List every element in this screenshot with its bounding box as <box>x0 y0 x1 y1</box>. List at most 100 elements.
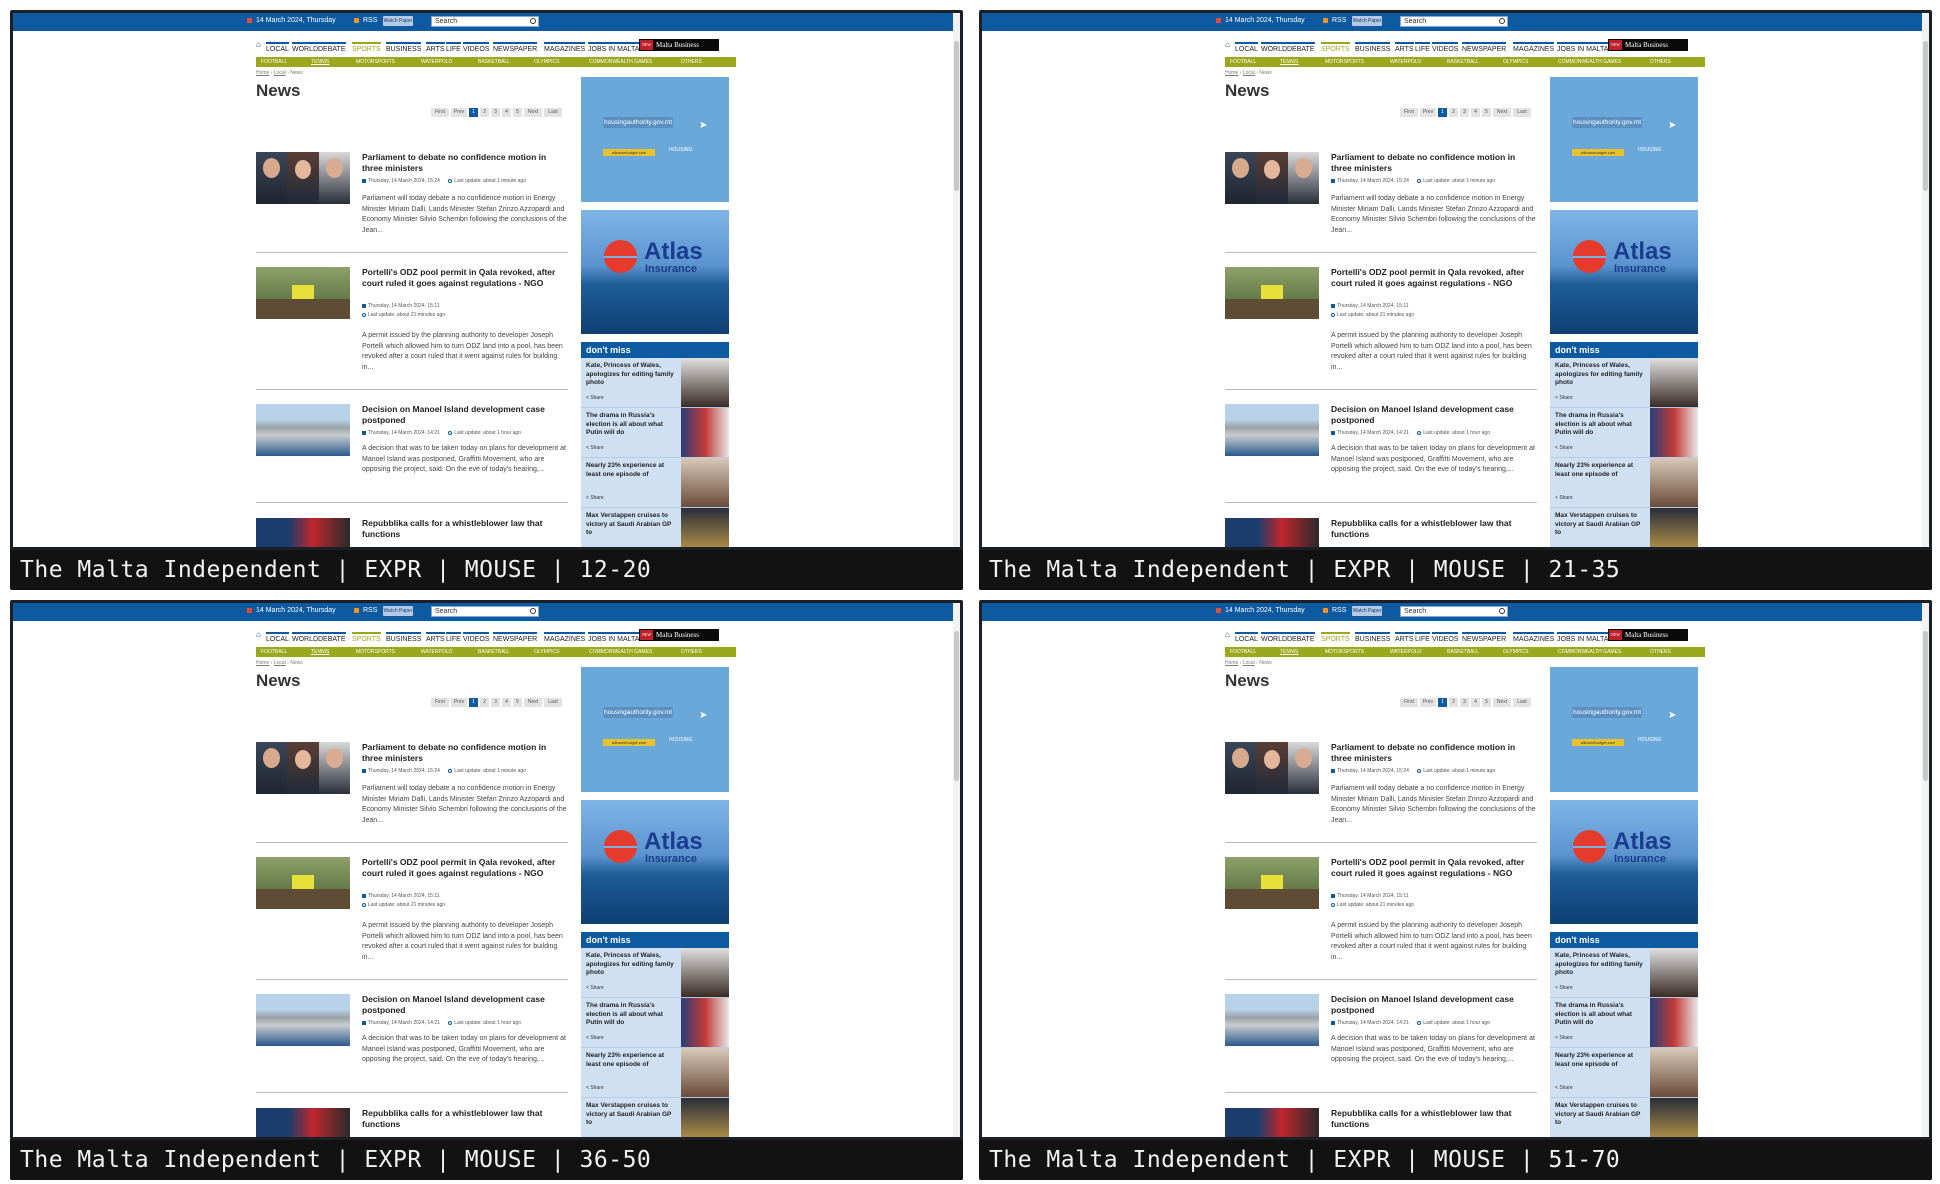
nav-business[interactable]: BUSINESS <box>1355 632 1391 643</box>
nav-business[interactable]: BUSINESS <box>386 632 422 643</box>
share-link[interactable]: < Share <box>586 495 604 501</box>
dont-miss-thumbnail[interactable] <box>1650 458 1698 507</box>
subnav-football[interactable]: FOOTBALL <box>1230 59 1256 65</box>
scrollbar[interactable] <box>1922 13 1929 547</box>
nav-world[interactable]: WORLD <box>1261 42 1288 53</box>
subnav-football[interactable]: FOOTBALL <box>261 649 287 655</box>
breadcrumb-local[interactable]: Local <box>1243 70 1255 76</box>
pager-last[interactable]: Last <box>1513 698 1531 707</box>
article-thumbnail[interactable] <box>256 857 350 909</box>
search-icon[interactable] <box>1499 18 1505 24</box>
pager-page-3[interactable]: 3 <box>1460 698 1469 707</box>
nav-debate[interactable]: DEBATE <box>1287 42 1315 53</box>
pager-page-2[interactable]: 2 <box>480 698 489 707</box>
article-title[interactable]: Parliament to debate no confidence motio… <box>362 742 568 764</box>
dont-miss-thumbnail[interactable] <box>1650 1098 1698 1137</box>
pager-next[interactable]: Next <box>524 108 542 117</box>
home-icon[interactable]: ⌂ <box>256 40 261 49</box>
subnav-commonwealth[interactable]: COMMONWEALTH GAMES <box>589 59 652 65</box>
article-thumbnail[interactable] <box>1225 1108 1319 1137</box>
subnav-basketball[interactable]: BASKETBALL <box>1447 649 1479 655</box>
dont-miss-thumbnail[interactable] <box>681 458 729 507</box>
atlas-insurance-ad[interactable]: Atlas Insurance <box>581 210 729 334</box>
nav-newspaper[interactable]: NEWSPAPER <box>493 632 538 643</box>
share-link[interactable]: < Share <box>1555 445 1573 451</box>
dont-miss-item[interactable]: Nearly 23% experience at least one episo… <box>1550 458 1698 508</box>
pager-page-2[interactable]: 2 <box>480 108 489 117</box>
subnav-tennis[interactable]: TENNIS <box>311 649 329 655</box>
article-thumbnail[interactable] <box>256 152 350 204</box>
pager-prev[interactable]: Prev <box>1420 698 1436 707</box>
dont-miss-item[interactable]: Nearly 23% experience at least one episo… <box>581 458 729 508</box>
dont-miss-thumbnail[interactable] <box>1650 358 1698 407</box>
dont-miss-title[interactable]: Nearly 23% experience at least one episo… <box>1555 462 1647 479</box>
breadcrumb-home[interactable]: Home <box>256 660 269 666</box>
dont-miss-title[interactable]: Kate, Princess of Wales, apologizes for … <box>586 952 678 978</box>
subnav-football[interactable]: FOOTBALL <box>261 59 287 65</box>
scrollbar-thumb[interactable] <box>1923 41 1928 191</box>
dont-miss-item[interactable]: The drama in Russia's election is all ab… <box>1550 408 1698 458</box>
subnav-motorsports[interactable]: MOTORSPORTS <box>1325 59 1364 65</box>
dont-miss-title[interactable]: Kate, Princess of Wales, apologizes for … <box>1555 952 1647 978</box>
nav-videos[interactable]: VIDEOS <box>463 42 490 53</box>
pager-page-4[interactable]: 4 <box>1471 108 1480 117</box>
nav-business[interactable]: BUSINESS <box>386 42 422 53</box>
pager-page-4[interactable]: 4 <box>502 108 511 117</box>
subnav-others[interactable]: OTHERS <box>681 649 702 655</box>
share-link[interactable]: < Share <box>1555 1035 1573 1041</box>
rss-icon[interactable] <box>354 18 359 23</box>
subnav-commonwealth[interactable]: COMMONWEALTH GAMES <box>1558 649 1621 655</box>
dont-miss-title[interactable]: The drama in Russia's election is all ab… <box>586 1002 678 1028</box>
share-link[interactable]: < Share <box>1555 985 1573 991</box>
search-icon[interactable] <box>530 18 536 24</box>
pager-first[interactable]: First <box>1400 698 1418 707</box>
dont-miss-thumbnail[interactable] <box>681 1098 729 1137</box>
dont-miss-item[interactable]: The drama in Russia's election is all ab… <box>581 408 729 458</box>
dont-miss-item[interactable]: Max Verstappen cruises to victory at Sau… <box>581 508 729 547</box>
dont-miss-title[interactable]: Kate, Princess of Wales, apologizes for … <box>586 362 678 388</box>
atlas-insurance-ad[interactable]: Atlas Insurance <box>1550 210 1698 334</box>
pager-next[interactable]: Next <box>1493 698 1511 707</box>
subnav-tennis[interactable]: TENNIS <box>311 59 329 65</box>
rss-icon[interactable] <box>354 608 359 613</box>
nav-local[interactable]: LOCAL <box>266 42 289 53</box>
atlas-insurance-ad[interactable]: Atlas Insurance <box>581 800 729 924</box>
dont-miss-thumbnail[interactable] <box>1650 998 1698 1047</box>
pager-next[interactable]: Next <box>524 698 542 707</box>
pager-first[interactable]: First <box>431 108 449 117</box>
nav-life[interactable]: LIFE <box>446 42 461 53</box>
home-icon[interactable]: ⌂ <box>1225 40 1230 49</box>
nav-jobs[interactable]: JOBS IN MALTA <box>588 42 640 53</box>
dont-miss-item[interactable]: Nearly 23% experience at least one episo… <box>1550 1048 1698 1098</box>
housing-authority-ad[interactable]: housingauthority.gov.mt ➤ allinonebudget… <box>581 667 729 792</box>
pager-next[interactable]: Next <box>1493 108 1511 117</box>
dont-miss-thumbnail[interactable] <box>1650 508 1698 547</box>
subnav-waterpolo[interactable]: WATERPOLO <box>421 59 452 65</box>
pager-page-1[interactable]: 1 <box>469 108 478 117</box>
dont-miss-title[interactable]: The drama in Russia's election is all ab… <box>586 412 678 438</box>
dont-miss-item[interactable]: The drama in Russia's election is all ab… <box>1550 998 1698 1048</box>
rss-link[interactable]: RSS <box>363 607 377 614</box>
dont-miss-item[interactable]: Kate, Princess of Wales, apologizes for … <box>581 358 729 408</box>
dont-miss-item[interactable]: Kate, Princess of Wales, apologizes for … <box>1550 948 1698 998</box>
article-thumbnail[interactable] <box>1225 994 1319 1046</box>
pager-first[interactable]: First <box>431 698 449 707</box>
nav-magazines[interactable]: MAGAZINES <box>1513 632 1555 643</box>
share-link[interactable]: < Share <box>1555 495 1573 501</box>
pager-page-4[interactable]: 4 <box>502 698 511 707</box>
nav-local[interactable]: LOCAL <box>1235 42 1258 53</box>
article-title[interactable]: Portelli's ODZ pool permit in Qala revok… <box>1331 267 1537 289</box>
nav-magazines[interactable]: MAGAZINES <box>544 632 586 643</box>
rss-link[interactable]: RSS <box>363 17 377 24</box>
scrollbar[interactable] <box>953 603 960 1137</box>
housing-authority-ad[interactable]: housingauthority.gov.mt ➤ allinonebudget… <box>1550 77 1698 202</box>
epaper-button[interactable]: Watch Paper <box>383 606 413 616</box>
subnav-others[interactable]: OTHERS <box>1650 59 1671 65</box>
subnav-olympics[interactable]: OLYMPICS <box>1503 59 1528 65</box>
dont-miss-title[interactable]: Nearly 23% experience at least one episo… <box>1555 1052 1647 1069</box>
rss-link[interactable]: RSS <box>1332 607 1346 614</box>
pager-page-3[interactable]: 3 <box>491 108 500 117</box>
article-title[interactable]: Decision on Manoel Island development ca… <box>362 404 568 426</box>
article-thumbnail[interactable] <box>256 1108 350 1137</box>
scrollbar-thumb[interactable] <box>954 41 959 191</box>
